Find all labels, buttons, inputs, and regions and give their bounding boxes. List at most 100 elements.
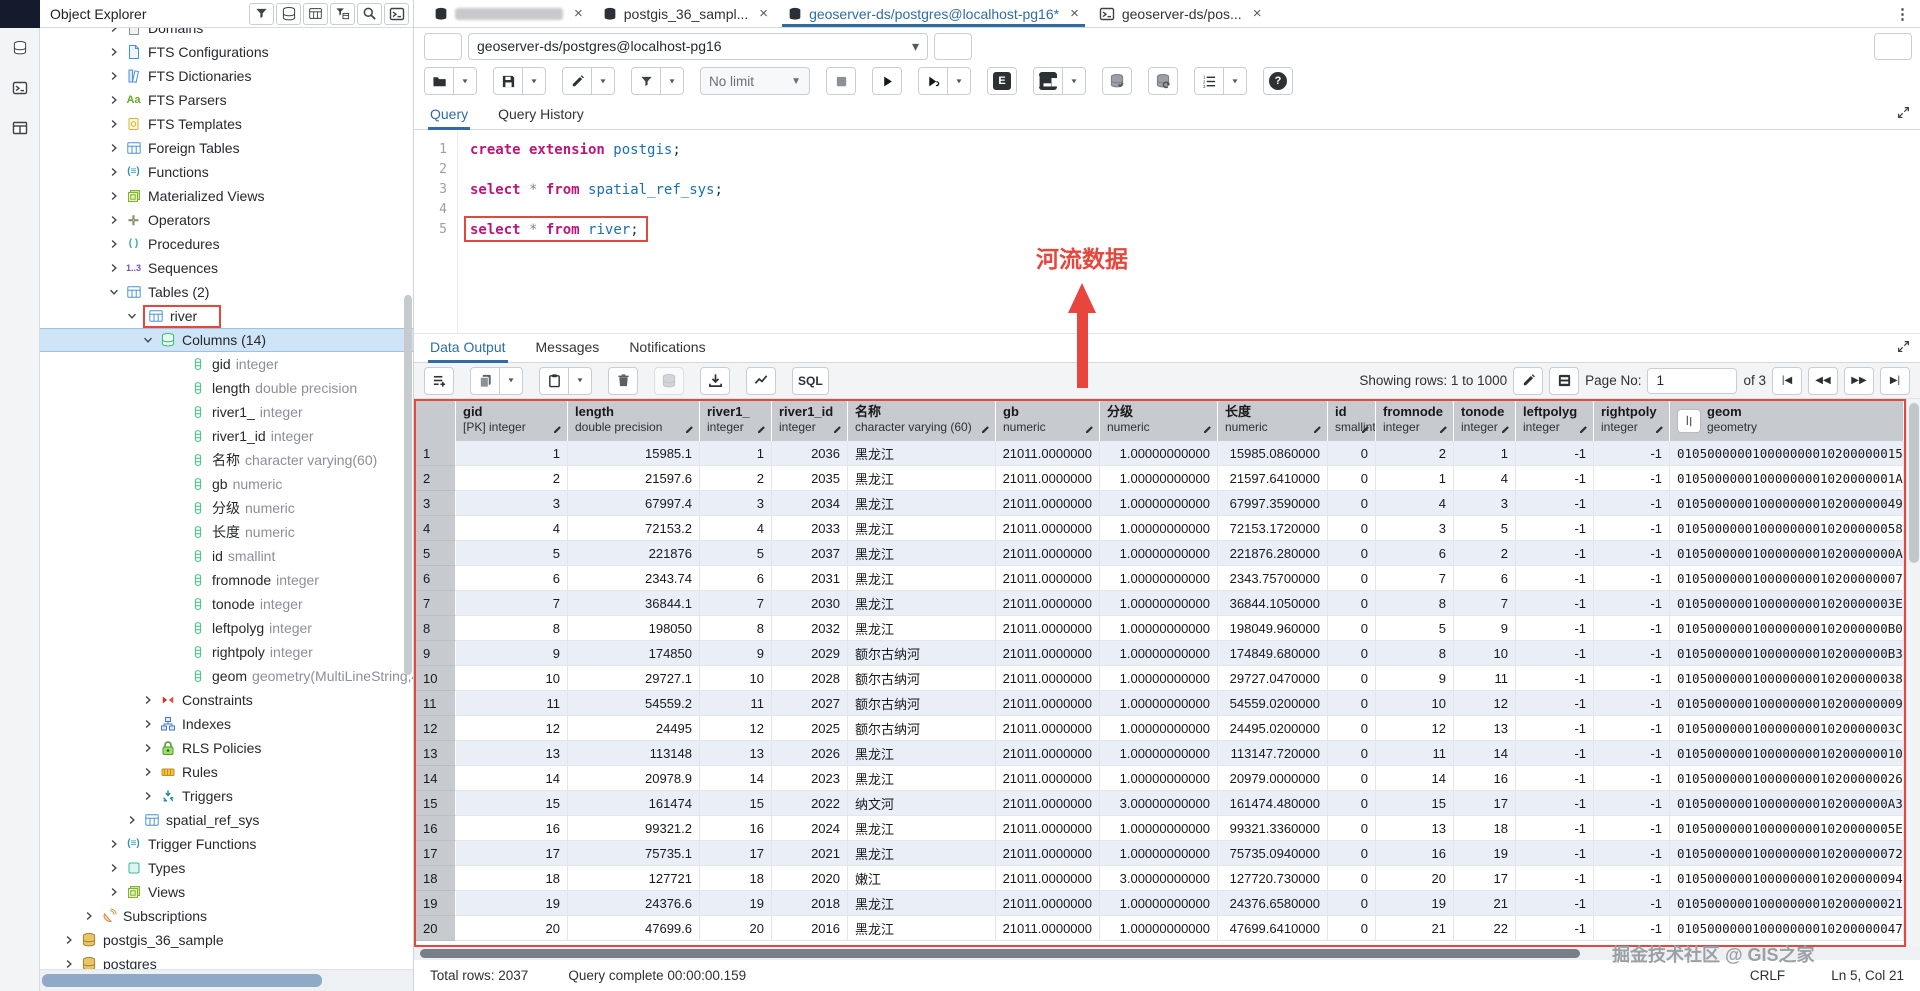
data-cell[interactable]: 10 [1454, 641, 1516, 666]
chevron-right-icon[interactable] [107, 837, 121, 851]
page-prev-button[interactable]: ◀◀ [1808, 366, 1838, 395]
data-cell[interactable]: 1 [700, 441, 772, 466]
data-cell[interactable]: -1 [1594, 891, 1670, 916]
table-row[interactable]: 10 10 29727.1 10 2028 额尔古纳河 21011.0000000 1.000… [416, 666, 1904, 691]
chevron-right-icon[interactable] [107, 45, 121, 59]
tree-item-triggers[interactable]: Triggers [40, 784, 413, 808]
tree-item--[interactable]: 长度 numeric [40, 520, 413, 544]
table-row[interactable]: 9 9 174850 9 2029 额尔古纳河 21011.0000000 1.0000000… [416, 641, 1904, 666]
close-icon[interactable]: × [1070, 5, 1079, 22]
data-cell[interactable]: 0105000000100000000102000000260000000000… [1670, 766, 1904, 791]
table-row[interactable]: 4 4 72153.2 4 2033 黑龙江 21011.0000000 1.00000000… [416, 516, 1904, 541]
tree-item-domains[interactable]: Domains [40, 28, 413, 40]
data-cell[interactable]: 17 [1454, 791, 1516, 816]
data-cell[interactable]: 174849.680000 [1218, 641, 1328, 666]
data-cell[interactable]: 1 [456, 441, 568, 466]
window-tab-3[interactable]: geoserver-ds/postgres@localhost-pg16* × [778, 0, 1089, 27]
data-cell[interactable]: 1.00000000000 [1100, 591, 1218, 616]
tree-item-foreign-tables[interactable]: Foreign Tables [40, 136, 413, 160]
data-cell[interactable]: 2029 [772, 641, 848, 666]
data-cell[interactable]: 2028 [772, 666, 848, 691]
data-cell[interactable]: 12 [700, 716, 772, 741]
data-cell[interactable]: 221876.280000 [1218, 541, 1328, 566]
chevron-right-icon[interactable] [141, 693, 155, 707]
trash-button[interactable] [608, 366, 638, 395]
add-row-button[interactable] [424, 366, 454, 395]
data-cell[interactable]: 19 [456, 891, 568, 916]
data-cell[interactable]: 174850 [568, 641, 700, 666]
data-cell[interactable]: 13 [700, 741, 772, 766]
data-cell[interactable]: 1.00000000000 [1100, 841, 1218, 866]
data-cell[interactable]: 9 [1376, 666, 1454, 691]
data-cell[interactable]: 19 [700, 891, 772, 916]
data-cell[interactable]: 24376.6 [568, 891, 700, 916]
grid-hscroll-thumb[interactable] [420, 949, 1580, 958]
data-cell[interactable]: -1 [1594, 441, 1670, 466]
data-cell[interactable]: 13 [456, 741, 568, 766]
data-cell[interactable]: -1 [1594, 916, 1670, 941]
data-cell[interactable]: 15 [1376, 791, 1454, 816]
data-cell[interactable]: 127720.730000 [1218, 866, 1328, 891]
table-row[interactable]: 16 16 99321.2 16 2024 黑龙江 21011.0000000 1.00000… [416, 816, 1904, 841]
search-toolbar-button[interactable] [357, 2, 382, 25]
save-data-button[interactable] [654, 366, 684, 395]
window-tab-1[interactable]: × [424, 0, 593, 27]
data-cell[interactable]: 11 [700, 691, 772, 716]
chevron-right-icon[interactable] [107, 861, 121, 875]
data-cell[interactable]: 黑龙江 [848, 441, 996, 466]
data-cell[interactable]: 67997.3590000 [1218, 491, 1328, 516]
filter-toolbar-button[interactable] [249, 2, 274, 25]
data-cell[interactable]: 黑龙江 [848, 841, 996, 866]
data-cell[interactable]: 黑龙江 [848, 491, 996, 516]
data-cell[interactable]: 21011.0000000 [996, 816, 1100, 841]
data-cell[interactable]: 0 [1328, 716, 1376, 741]
tree-item-views[interactable]: Views [40, 880, 413, 904]
data-cell[interactable]: 0105000000100000000102000000B00100000000… [1670, 616, 1904, 641]
connection-select[interactable]: geoserver-ds/postgres@localhost-pg16 ▾ [468, 32, 928, 60]
data-cell[interactable]: -1 [1516, 891, 1594, 916]
tree-item-fromnode[interactable]: fromnode integer [40, 568, 413, 592]
data-cell[interactable]: 0 [1328, 591, 1376, 616]
settings-button[interactable] [0, 945, 40, 985]
chart-line-button[interactable] [746, 366, 776, 395]
data-cell[interactable]: 2018 [772, 891, 848, 916]
page-first-button[interactable]: |◀ [1772, 366, 1802, 395]
tree-item-gb[interactable]: gb numeric [40, 472, 413, 496]
data-cell[interactable]: 2 [1376, 441, 1454, 466]
chevron-right-icon[interactable] [141, 741, 155, 755]
data-cell[interactable]: -1 [1594, 766, 1670, 791]
row-number-cell[interactable]: 4 [416, 516, 456, 541]
play-button[interactable] [872, 67, 902, 95]
tree-item-constraints[interactable]: Constraints [40, 688, 413, 712]
data-cell[interactable]: 21011.0000000 [996, 791, 1100, 816]
filter-table-toolbar-button[interactable] [330, 2, 355, 25]
chevron-right-icon[interactable] [107, 189, 121, 203]
data-cell[interactable]: 01050000001000000001020000005E0000000000… [1670, 816, 1904, 841]
dropdown-chevron-button[interactable]: ▾ [568, 366, 592, 395]
explain-e-button[interactable]: E [987, 67, 1017, 95]
data-cell[interactable]: 0105000000100000000102000000090000000000… [1670, 691, 1904, 716]
expand-editor-icon[interactable] [1897, 106, 1910, 124]
data-cell[interactable]: -1 [1516, 491, 1594, 516]
row-number-cell[interactable]: 10 [416, 666, 456, 691]
row-number-cell[interactable]: 17 [416, 841, 456, 866]
data-cell[interactable]: 14 [700, 766, 772, 791]
copy-button[interactable] [470, 366, 500, 395]
tree-horizontal-scrollbar[interactable] [40, 969, 413, 991]
data-cell[interactable]: 0 [1328, 566, 1376, 591]
data-cell[interactable]: -1 [1516, 816, 1594, 841]
data-cell[interactable]: 黑龙江 [848, 466, 996, 491]
data-cell[interactable]: 161474.480000 [1218, 791, 1328, 816]
tree-hscroll-thumb[interactable] [42, 974, 322, 987]
data-cell[interactable]: 16 [1454, 766, 1516, 791]
chevron-right-icon[interactable] [107, 885, 121, 899]
close-icon[interactable]: × [759, 5, 768, 22]
data-cell[interactable]: 5 [1376, 616, 1454, 641]
tree-item-leftpolyg[interactable]: leftpolyg integer [40, 616, 413, 640]
data-cell[interactable]: 黑龙江 [848, 816, 996, 841]
data-cell[interactable]: 01050000001000000001020000003E0000000000… [1670, 591, 1904, 616]
row-number-cell[interactable]: 1 [416, 441, 456, 466]
server-rail-button[interactable] [0, 28, 40, 68]
data-cell[interactable]: 127721 [568, 866, 700, 891]
data-cell[interactable]: -1 [1594, 816, 1670, 841]
